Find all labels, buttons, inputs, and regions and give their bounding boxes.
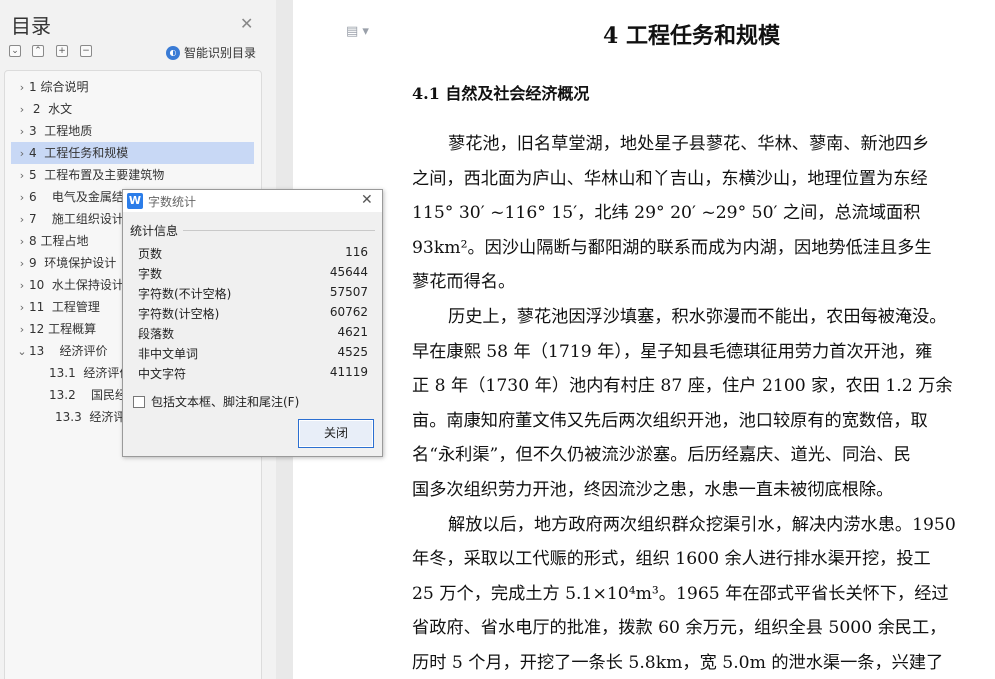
toc-item-label: 6 电气及金属结构 — [29, 190, 136, 204]
document-page[interactable]: ▤ ▾ 4 工程任务和规模 4.1 自然及社会经济概况 蓼花池，旧名草堂湖，地处… — [293, 0, 995, 679]
stat-row: 中文字符 41119 — [138, 365, 368, 385]
stat-label: 中文字符 — [138, 367, 187, 381]
divider — [183, 230, 375, 231]
chevron-right-icon[interactable]: › — [15, 319, 29, 341]
paragraph-line: 解放以后，地方政府两次组织群众挖渠引水，解决内涝水患。1950 — [448, 514, 956, 535]
toc-title: 目录 — [11, 14, 51, 38]
stat-row: 页数 116 — [138, 245, 368, 265]
chevron-right-icon[interactable]: › — [15, 121, 29, 143]
stat-value: 116 — [345, 245, 368, 259]
smart-toc-button[interactable]: ◐ 智能识别目录 — [166, 44, 256, 61]
toc-item-label: 10 水土保持设计 — [29, 278, 124, 292]
stat-row: 段落数 4621 — [138, 325, 368, 345]
toc-item-label: 12 工程概算 — [29, 322, 97, 336]
toc-item[interactable]: › 2 水文 — [11, 98, 254, 120]
stat-value: 41119 — [329, 365, 368, 379]
dialog-title: 字数统计 — [148, 194, 197, 209]
toc-item[interactable]: › 3 工程地质 — [11, 120, 254, 142]
chevron-right-icon[interactable]: › — [15, 253, 29, 275]
chevron-right-icon[interactable]: › — [15, 165, 29, 187]
stat-value: 45644 — [329, 265, 368, 279]
section-heading: 4.1 自然及社会经济概况 — [412, 84, 590, 103]
paragraph-line: 93km²。因沙山隔断与鄱阳湖的联系而成为内湖，因地势低洼且多生 — [412, 237, 932, 258]
chevron-right-icon[interactable]: › — [15, 143, 29, 165]
stat-label: 段落数 — [138, 327, 175, 341]
paragraph-line: 亩。南康知府董文伟又先后两次组织开池，池口较原有的宽数倍，取 — [412, 410, 928, 431]
paragraph-line: 蓼花池，旧名草堂湖，地处星子县蓼花、华林、蓼南、新池四乡 — [448, 134, 930, 154]
chevron-right-icon[interactable]: › — [15, 99, 29, 121]
checkbox-label: 包括文本框、脚注和尾注(F) — [151, 395, 300, 409]
paragraph-line: 历时 5 个月，开挖了一条长 5.8km，宽 5.0m 的泄水渠一条，兴建了 — [412, 653, 944, 673]
stat-label: 页数 — [138, 247, 163, 261]
chevron-right-icon[interactable]: › — [15, 297, 29, 319]
stat-label: 字符数(计空格) — [138, 307, 220, 321]
checkbox[interactable] — [133, 395, 145, 408]
paragraph-line: 115° 30′ ~116° 15′，北纬 29° 20′ ~29° 50′ 之… — [412, 203, 921, 224]
stat-row: 非中文单词 4525 — [138, 345, 368, 365]
toc-item-label: 5 工程布置及主要建筑物 — [29, 168, 165, 182]
chevron-right-icon[interactable]: › — [15, 275, 29, 297]
toc-item[interactable]: › 4 工程任务和规模 — [11, 142, 254, 164]
toc-item-label: 2 水文 — [29, 102, 73, 116]
chevron-right-icon[interactable]: › — [15, 209, 29, 231]
include-textbox-footnote-checkbox[interactable]: 包括文本框、脚注和尾注(F) — [133, 393, 299, 410]
stat-row: 字数 45644 — [138, 265, 368, 285]
paragraph-line: 25 万个，完成土方 5.1×10⁴m³。1965 年在邵式平省长关怀下，经过 — [412, 583, 949, 604]
collapse-all-icon[interactable]: ⌄ — [9, 45, 21, 57]
chevron-down-icon[interactable]: ⌄ — [15, 341, 29, 363]
add-icon[interactable]: + — [56, 45, 68, 57]
toc-item-label: 8 工程占地 — [29, 234, 89, 248]
paragraph-line: 蓼花而得名。 — [412, 272, 516, 293]
ai-icon: ◐ — [166, 45, 180, 60]
paragraph-line: 名“永利渠”，但不久仍被流沙淤塞。后历经嘉庆、道光、同治、民 — [412, 445, 911, 466]
toc-item-label: 1 综合说明 — [29, 80, 89, 94]
stat-label: 非中文单词 — [138, 347, 199, 361]
stat-value: 57507 — [329, 285, 368, 299]
paragraph-line: 历史上，蓼花池因浮沙填塞，积水弥漫而不能出，农田每被淹没。 — [448, 307, 947, 327]
close-icon[interactable]: ✕ — [240, 14, 253, 33]
paragraph-line: 国多次组织劳力开池，终因流沙之患，水患一直未被彻底根除。 — [412, 480, 894, 500]
toc-item-label: 4 工程任务和规模 — [29, 146, 129, 160]
document-area: ▤ ▾ 4 工程任务和规模 4.1 自然及社会经济概况 蓼花池，旧名草堂湖，地处… — [276, 0, 995, 679]
toc-item-label: 11 工程管理 — [29, 300, 100, 314]
toc-item-label: 13 经济评价 — [29, 344, 108, 358]
stat-value: 4525 — [337, 345, 368, 359]
toc-item-label: 9 环境保护设计 — [29, 256, 117, 270]
stat-value: 60762 — [329, 305, 368, 319]
paragraph-line: 省政府、省水电厅的批准，拨款 60 余万元，组织全县 5000 余民工， — [412, 618, 947, 639]
stats-section-label: 统计信息 — [130, 224, 179, 238]
stat-value: 4621 — [337, 325, 368, 339]
paragraph-line: 正 8 年（1730 年）池内有村庄 87 座，住户 2100 家，农田 1.2… — [412, 376, 953, 397]
chapter-heading: 4 工程任务和规模 — [603, 23, 780, 49]
paragraph-line: 早在康熙 58 年（1719 年），星子知县毛德琪征用劳力首次开池，雍 — [412, 341, 933, 362]
word-count-dialog: W 字数统计 ✕ 统计信息 页数 116 字数 45644 字符数(不计空格) 57507… — [122, 189, 383, 457]
paragraph-line: 之间，西北面为庐山、华林山和丫吉山，东横沙山，地理位置为东经 — [412, 168, 928, 189]
smart-toc-label: 智能识别目录 — [184, 46, 257, 60]
dialog-titlebar[interactable]: W 字数统计 — [123, 190, 382, 212]
stat-label: 字数 — [138, 267, 163, 281]
remove-icon[interactable]: − — [80, 45, 92, 57]
dialog-close-icon[interactable]: ✕ — [361, 192, 373, 208]
paragraph-line: 年冬，采取以工代赈的形式，组织 1600 余人进行排水渠开挖，投工 — [412, 549, 931, 570]
chevron-right-icon[interactable]: › — [15, 77, 29, 99]
chevron-right-icon[interactable]: › — [15, 187, 29, 209]
stat-row: 字符数(计空格) 60762 — [138, 305, 368, 325]
expand-level-icon[interactable]: ⌃ — [32, 45, 44, 57]
toc-item[interactable]: › 5 工程布置及主要建筑物 — [11, 164, 254, 186]
toc-item[interactable]: › 1 综合说明 — [11, 76, 254, 98]
toc-item-label: 7 施工组织设计 — [29, 212, 124, 226]
wps-writer-icon: W — [127, 193, 143, 209]
toc-item-label: 13.1 经济评价 — [49, 366, 132, 380]
chevron-right-icon[interactable]: › — [15, 231, 29, 253]
close-button[interactable]: 关闭 — [298, 419, 374, 448]
stat-row: 字符数(不计空格) 57507 — [138, 285, 368, 305]
stat-label: 字符数(不计空格) — [138, 287, 232, 301]
toc-item-label: 3 工程地质 — [29, 124, 93, 138]
